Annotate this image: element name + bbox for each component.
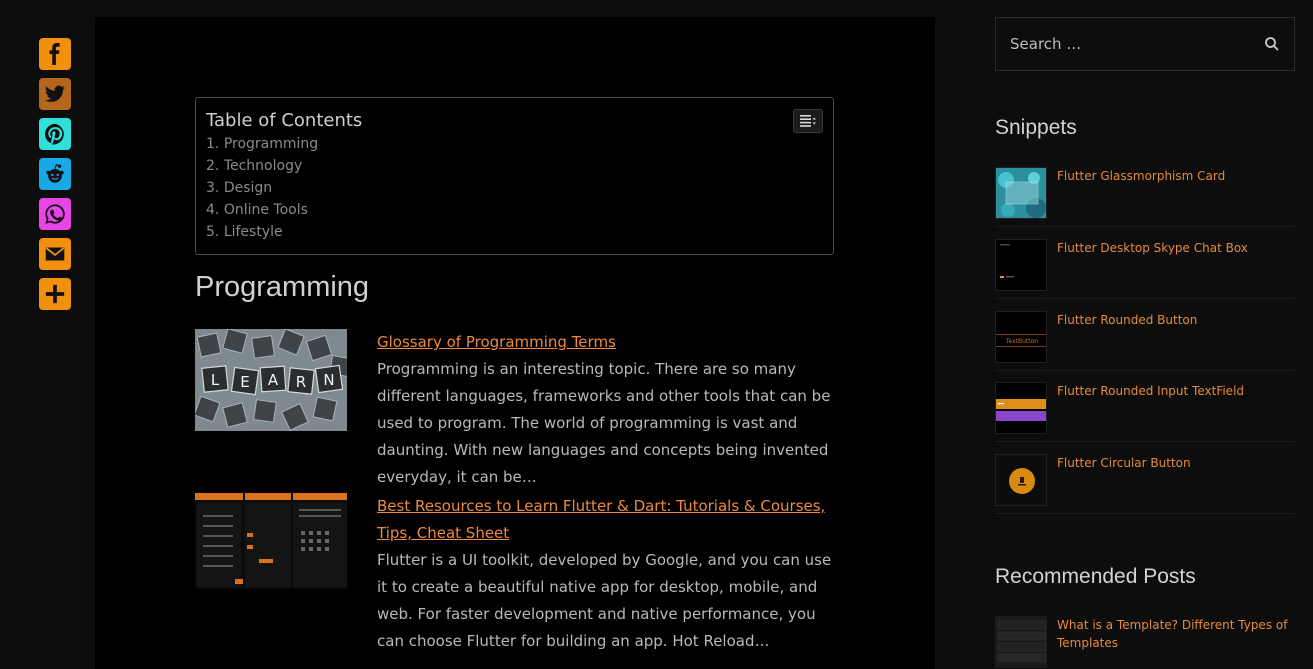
snippet-link[interactable]: Flutter Desktop Skype Chat Box: [1057, 239, 1248, 298]
thumb-letter: R: [296, 373, 306, 391]
snippet-link[interactable]: Flutter Circular Button: [1057, 454, 1191, 513]
snippet-item[interactable]: Flutter Desktop Skype Chat Box: [995, 239, 1295, 299]
plus-icon: [45, 284, 65, 304]
post-excerpt: Programming is an interesting topic. The…: [377, 360, 831, 486]
post-thumbnail[interactable]: L E A R N: [195, 329, 347, 431]
twitter-icon: [44, 85, 66, 102]
snippet-link[interactable]: Flutter Glassmorphism Card: [1057, 167, 1225, 226]
facebook-icon: [49, 43, 60, 65]
post-thumbnail[interactable]: [195, 493, 347, 589]
post-item: L E A R N Glossary of Programming Terms …: [195, 329, 835, 491]
email-share-button[interactable]: [39, 238, 71, 270]
thumb-letter: A: [268, 371, 279, 389]
snippet-thumbnail[interactable]: [995, 454, 1047, 506]
snippet-thumbnail[interactable]: TextButton: [995, 311, 1047, 363]
whatsapp-icon: [45, 204, 65, 224]
snippet-link[interactable]: Flutter Rounded Button: [1057, 311, 1197, 370]
toc-item-technology[interactable]: 2. Technology: [206, 155, 823, 177]
snippet-item[interactable]: TextButton Flutter Rounded Button: [995, 311, 1295, 371]
social-share-bar: [39, 38, 71, 310]
thumb-letter: N: [323, 371, 334, 389]
post-item: Best Resources to Learn Flutter & Dart: …: [195, 493, 835, 655]
list-toggle-icon: [800, 115, 816, 127]
snippet-thumbnail[interactable]: [995, 167, 1047, 219]
table-of-contents: Table of Contents 1. Programming 2. Tech…: [195, 97, 834, 255]
snippet-item[interactable]: Flutter Circular Button: [995, 454, 1295, 514]
section-heading: Programming: [195, 271, 370, 303]
snippet-link[interactable]: Flutter Rounded Input TextField: [1057, 382, 1244, 441]
post-title-link[interactable]: Glossary of Programming Terms: [377, 329, 835, 356]
whatsapp-share-button[interactable]: [39, 198, 71, 230]
snippet-item[interactable]: Flutter Rounded Input TextField: [995, 382, 1295, 442]
reddit-icon: [46, 164, 64, 183]
recommended-thumbnail[interactable]: [995, 616, 1047, 668]
toc-title: Table of Contents: [206, 110, 363, 131]
toc-list: 1. Programming 2. Technology 3. Design 4…: [206, 133, 823, 243]
toc-item-design[interactable]: 3. Design: [206, 177, 823, 199]
twitter-share-button[interactable]: [39, 78, 71, 110]
post-title-link[interactable]: Best Resources to Learn Flutter & Dart: …: [377, 493, 835, 547]
snippet-thumbnail[interactable]: [995, 239, 1047, 291]
recommended-item[interactable]: What is a Template? Different Types of T…: [995, 616, 1295, 669]
search-input[interactable]: [1010, 35, 1264, 53]
recommended-link[interactable]: What is a Template? Different Types of T…: [1057, 616, 1295, 669]
svg-text:TextButton: TextButton: [1005, 338, 1038, 345]
search-box: [995, 17, 1295, 71]
thumb-letter: L: [211, 371, 220, 389]
snippet-thumbnail[interactable]: [995, 382, 1047, 434]
toc-item-programming[interactable]: 1. Programming: [206, 133, 823, 155]
facebook-share-button[interactable]: [39, 38, 71, 70]
more-share-button[interactable]: [39, 278, 71, 310]
toc-item-lifestyle[interactable]: 5. Lifestyle: [206, 221, 823, 243]
email-icon: [45, 247, 65, 261]
search-icon[interactable]: [1264, 36, 1280, 52]
reddit-share-button[interactable]: [39, 158, 71, 190]
toc-item-online-tools[interactable]: 4. Online Tools: [206, 199, 823, 221]
post-excerpt: Flutter is a UI toolkit, developed by Go…: [377, 551, 832, 650]
recommended-widget-title: Recommended Posts: [995, 565, 1196, 588]
pinterest-share-button[interactable]: [39, 118, 71, 150]
thumb-letter: E: [240, 373, 249, 391]
article-content: Table of Contents 1. Programming 2. Tech…: [95, 17, 935, 669]
toc-toggle-button[interactable]: [793, 109, 823, 133]
snippet-item[interactable]: Flutter Glassmorphism Card: [995, 167, 1295, 227]
snippets-widget-title: Snippets: [995, 116, 1077, 139]
pinterest-icon: [45, 123, 64, 145]
